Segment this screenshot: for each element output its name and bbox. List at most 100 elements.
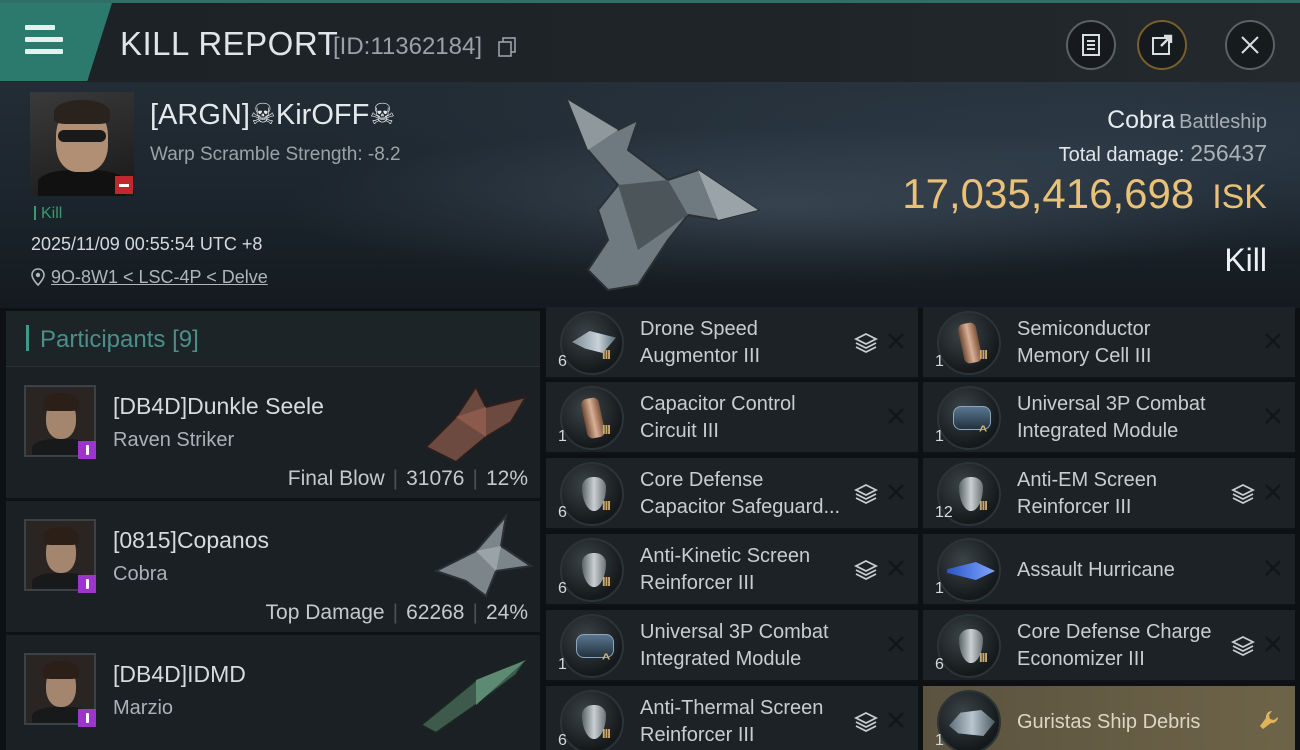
tier-badge: ^: [602, 650, 610, 666]
kill-tag: Kill: [34, 205, 62, 223]
copy-icon[interactable]: [498, 37, 516, 57]
menu-button[interactable]: [0, 3, 112, 81]
item-name: Universal 3P Combat Integrated Module: [640, 621, 829, 670]
item-quantity: 6: [558, 580, 567, 597]
participant-name: [0815]Copanos: [113, 527, 270, 553]
item-quantity: 6: [558, 504, 567, 521]
item-row[interactable]: III 6 Core Defense Charge Economizer III: [923, 610, 1295, 682]
item-row[interactable]: 1 Guristas Ship Debris: [923, 686, 1295, 750]
item-row[interactable]: III 12 Anti-EM Screen Reinforcer III: [923, 458, 1295, 530]
participant-ship: Cobra: [113, 563, 168, 585]
item-row[interactable]: III 6 Anti-Thermal Screen Reinforcer III: [546, 686, 918, 750]
stack-icon[interactable]: [854, 710, 878, 734]
total-damage: Total damage: 256437: [1058, 140, 1267, 166]
participant-ship-image: [419, 657, 529, 735]
isk-value: 17,035,416,698 ISK: [902, 170, 1267, 217]
kill-datetime: 2025/11/09 00:55:54 UTC +8: [31, 234, 263, 254]
item-quantity: 12: [935, 504, 953, 521]
stack-icon[interactable]: [1231, 634, 1255, 658]
module-icon: [937, 386, 1001, 450]
tier-badge: III: [602, 498, 611, 513]
result-label: Kill: [1224, 242, 1267, 278]
item-row[interactable]: ^ 1 Universal 3P Combat Integrated Module: [923, 382, 1295, 454]
close-icon[interactable]: [886, 710, 906, 730]
close-icon[interactable]: [886, 331, 906, 351]
item-row[interactable]: III 6 Core Defense Capacitor Safeguard...: [546, 458, 918, 530]
frigate-icon: [937, 538, 1001, 602]
tier-badge: III: [979, 498, 988, 513]
participant-row[interactable]: [DB4D]IDMD Marzio: [6, 635, 540, 750]
tier-badge: III: [602, 726, 611, 741]
participant-name: [DB4D]Dunkle Seele: [113, 393, 324, 419]
page-title: KILL REPORT: [120, 25, 339, 62]
tier-badge: III: [602, 422, 611, 437]
cylinder-icon: [560, 386, 624, 450]
title-bar: KILL REPORT [ID:11362184]: [0, 0, 1300, 82]
close-icon[interactable]: [1263, 482, 1283, 502]
close-icon: [1241, 36, 1259, 54]
item-name: Capacitor Control Circuit III: [640, 393, 796, 442]
close-icon[interactable]: [1263, 634, 1283, 654]
hamburger-menu-icon: [25, 25, 63, 55]
participants-panel: Participants [9] [DB4D]Dunkle Seele Rave…: [6, 311, 540, 750]
close-icon[interactable]: [886, 634, 906, 654]
item-row[interactable]: III 6 Drone Speed Augmentor III: [546, 307, 918, 379]
participant-ship: Marzio: [113, 697, 174, 719]
participant-stats: Final Blow | 31076 | 12%: [287, 467, 528, 490]
item-row[interactable]: III 6 Anti-Kinetic Screen Reinforcer III: [546, 534, 918, 606]
item-name: Anti-Thermal Screen Reinforcer III: [640, 697, 824, 746]
wrench-icon[interactable]: [1257, 708, 1281, 732]
victim-ship-image: [565, 97, 761, 292]
tier-badge: III: [602, 574, 611, 589]
shield-icon: [937, 614, 1001, 678]
item-quantity: 1: [935, 353, 944, 370]
close-button[interactable]: [1225, 20, 1275, 70]
item-name: Universal 3P Combat Integrated Module: [1017, 393, 1206, 442]
kill-location[interactable]: 9O-8W1 < LSC-4P < Delve: [31, 267, 268, 288]
item-quantity: 1: [558, 656, 567, 673]
participant-ship-image: [424, 385, 529, 464]
close-icon[interactable]: [1263, 558, 1283, 578]
item-row[interactable]: 1 Assault Hurricane: [923, 534, 1295, 606]
item-name: Guristas Ship Debris: [1017, 710, 1201, 733]
close-icon[interactable]: [1263, 331, 1283, 351]
item-quantity: 6: [935, 656, 944, 673]
module-icon: [560, 614, 624, 678]
item-row[interactable]: III 1 Capacitor Control Circuit III: [546, 382, 918, 454]
item-quantity: 1: [558, 428, 567, 445]
item-quantity: 1: [935, 580, 944, 597]
share-icon: [1152, 34, 1173, 55]
stack-icon[interactable]: [854, 331, 878, 355]
location-link[interactable]: 9O-8W1 < LSC-4P < Delve: [51, 267, 268, 287]
item-quantity: 1: [935, 732, 944, 749]
victim-name[interactable]: [ARGN]☠KirOFF☠: [150, 97, 395, 132]
participant-row[interactable]: [DB4D]Dunkle Seele Raven Striker Final B…: [6, 367, 540, 501]
share-button[interactable]: [1137, 20, 1187, 70]
stack-icon[interactable]: [854, 482, 878, 506]
item-quantity: 6: [558, 353, 567, 370]
stack-icon[interactable]: [1231, 482, 1255, 506]
clipboard-icon: [1082, 34, 1100, 56]
dropped-items-grid: III 6 Drone Speed Augmentor III III 1 Semicond…: [546, 307, 1300, 750]
shield-icon: [560, 690, 624, 750]
item-quantity: 1: [935, 428, 944, 445]
participant-name: [DB4D]IDMD: [113, 661, 246, 687]
close-icon[interactable]: [886, 558, 906, 578]
item-quantity: 6: [558, 732, 567, 749]
close-icon[interactable]: [886, 482, 906, 502]
shield-icon: [560, 538, 624, 602]
kill-report-id: [ID:11362184]: [333, 33, 483, 60]
item-name: Core Defense Capacitor Safeguard...: [640, 469, 841, 518]
close-icon[interactable]: [1263, 406, 1283, 426]
stack-icon[interactable]: [854, 558, 878, 582]
report-button[interactable]: [1066, 20, 1116, 70]
close-icon[interactable]: [886, 406, 906, 426]
drone-icon: [560, 311, 624, 375]
participant-row[interactable]: [0815]Copanos Cobra Top Damage | 62268 | 24%: [6, 501, 540, 635]
participant-stats: Top Damage | 62268 | 24%: [265, 601, 528, 624]
item-row[interactable]: III 1 Semiconductor Memory Cell III: [923, 307, 1295, 379]
participants-header[interactable]: Participants [9]: [6, 311, 540, 367]
tier-badge: III: [979, 347, 988, 362]
item-row[interactable]: ^ 1 Universal 3P Combat Integrated Module: [546, 610, 918, 682]
location-pin-icon: [31, 268, 45, 286]
